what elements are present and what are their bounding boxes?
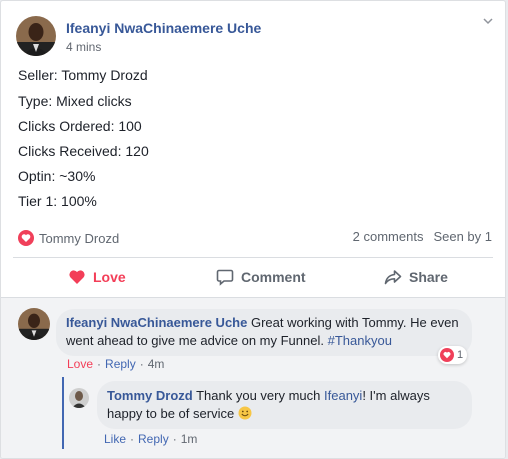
share-button[interactable]: Share [384,259,448,295]
seen-by[interactable]: Seen by 1 [433,229,492,244]
comment-time[interactable]: 4m [148,357,165,371]
smiley-emoji-icon [238,406,252,420]
mention-link[interactable]: Ifeanyi [324,388,362,403]
chevron-down-icon[interactable] [482,15,494,27]
post-line-clicks-received: Clicks Received: 120 [18,143,149,159]
reactor-name[interactable]: Tommy Drozd [39,231,119,246]
reply-text-before: Thank you very much [196,388,321,403]
reply-time[interactable]: 1m [181,432,198,446]
heart-icon [69,270,85,284]
reply-thread-line [62,377,64,449]
comment-button[interactable]: Comment [216,259,306,295]
post-line-seller: Seller: Tommy Drozd [18,67,148,83]
comment-actions: Love · Reply · 4m [67,357,165,371]
comment-bubble: Ifeanyi NwaChinaemere Uche Great working… [56,309,472,356]
author-avatar[interactable] [16,16,56,56]
post-timestamp[interactable]: 4 mins [66,40,101,54]
post-line-optin: Optin: ~30% [18,168,96,184]
divider [13,257,493,258]
comment-love-link[interactable]: Love [67,357,93,371]
comment-button-label: Comment [241,269,306,285]
hashtag-link[interactable]: #Thankyou [328,333,392,348]
comment-author[interactable]: Ifeanyi NwaChinaemere Uche [66,315,247,330]
love-button-label: Love [93,269,126,285]
reaction-summary[interactable]: Tommy Drozd [18,229,119,247]
post-card: Ifeanyi NwaChinaemere Uche 4 mins Seller… [0,0,506,459]
reply-reply-link[interactable]: Reply [138,432,169,446]
share-icon [384,270,402,285]
post-stats: 2 comments Seen by 1 [353,229,492,244]
comment-reply-link[interactable]: Reply [105,357,136,371]
reply-author-avatar[interactable] [69,388,89,408]
post-line-clicks-ordered: Clicks Ordered: 100 [18,118,142,134]
reaction-count: 1 [457,349,464,361]
post-author-name[interactable]: Ifeanyi NwaChinaemere Uche [66,20,261,36]
post-line-tier: Tier 1: 100% [18,193,97,209]
comment-icon [216,269,234,286]
love-button[interactable]: Love [68,259,126,295]
heart-icon [440,348,454,362]
reply-like-link[interactable]: Like [104,432,126,446]
share-button-label: Share [409,269,448,285]
heart-icon [18,230,34,246]
reply-bubble: Tommy Drozd Thank you very much Ifeanyi!… [97,381,472,429]
comment-reaction-count[interactable]: 1 [438,346,468,364]
post-line-type: Type: Mixed clicks [18,93,132,109]
comments-count[interactable]: 2 comments [353,229,424,244]
commenter-avatar[interactable] [18,308,50,340]
reply-author[interactable]: Tommy Drozd [107,388,193,403]
reply-actions: Like · Reply · 1m [104,432,198,446]
